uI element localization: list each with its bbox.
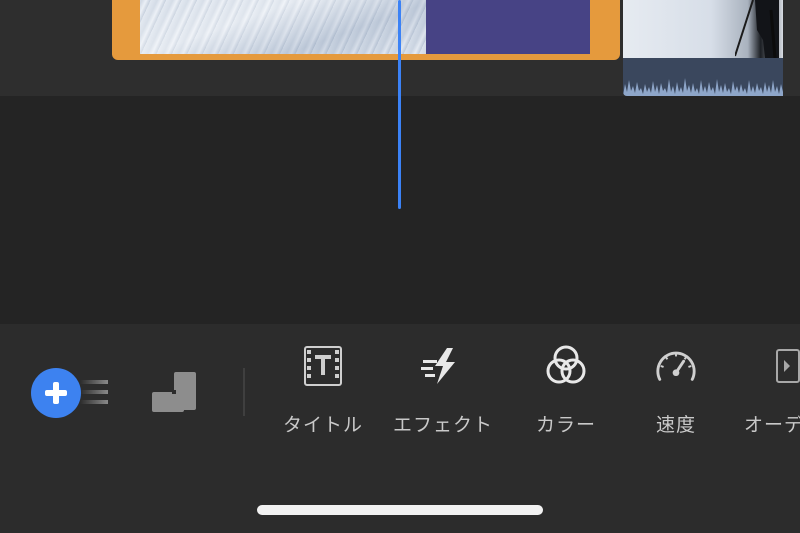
home-indicator[interactable] (257, 505, 543, 515)
overlay-layer-icon[interactable] (152, 372, 198, 414)
tool-color-label: カラー (535, 414, 596, 436)
title-film-icon (301, 344, 345, 388)
next-clip[interactable] (623, 0, 783, 96)
speedometer-icon (654, 344, 698, 388)
add-media-button[interactable] (31, 368, 81, 418)
tool-title[interactable]: タイトル (279, 344, 367, 444)
tool-color[interactable]: カラー (528, 344, 604, 444)
tool-effect[interactable]: エフェクト (390, 344, 496, 444)
tool-audio-label: オーデ (744, 414, 800, 436)
clip-thumbnail-skier (623, 0, 783, 58)
audio-waveform (623, 58, 783, 96)
effect-bolt-icon (421, 344, 465, 388)
tool-audio[interactable]: オーデ (744, 344, 800, 444)
playhead[interactable] (398, 0, 401, 209)
clip-thumbnail-purple (426, 0, 590, 54)
toolbar-divider (243, 368, 245, 416)
media-list-icon (80, 380, 108, 404)
tool-speed[interactable]: 速度 (648, 344, 704, 444)
audio-icon (744, 344, 800, 388)
selected-clip[interactable] (112, 0, 620, 60)
tool-title-label: タイトル (282, 414, 363, 436)
tool-speed-label: 速度 (655, 414, 696, 436)
clip-thumbnail-snow (140, 0, 426, 54)
skier-figure (735, 0, 779, 58)
color-circles-icon (544, 344, 588, 388)
plus-icon (45, 382, 67, 404)
tool-effect-label: エフェクト (392, 414, 493, 436)
